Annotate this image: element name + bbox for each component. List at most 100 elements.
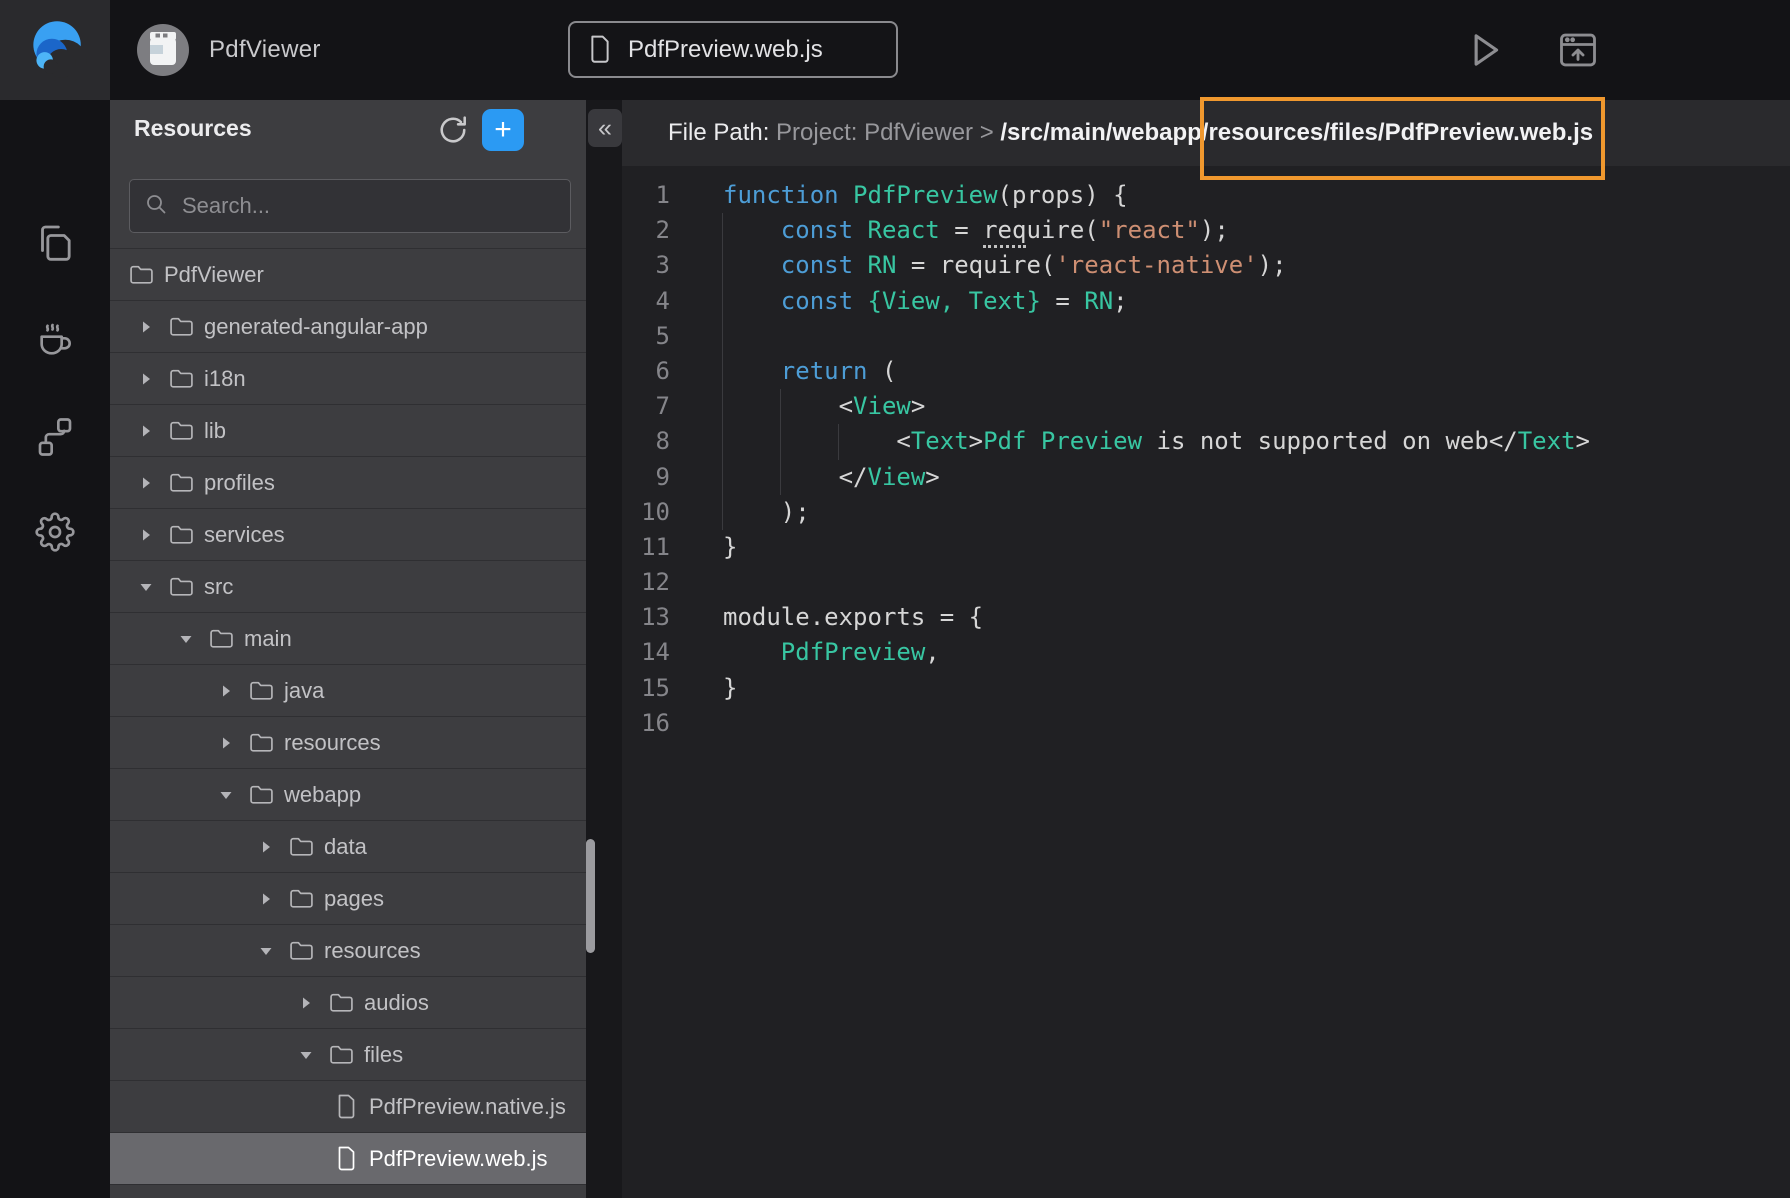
code-text: const {View, Text} = RN; <box>723 284 1128 319</box>
code-text: ); <box>723 495 810 530</box>
tree-item-pages[interactable]: pages <box>110 872 586 924</box>
path-highlight-wrap: resources/files/PdfPreview.web.js <box>1208 100 1593 166</box>
chevron-down-icon[interactable] <box>176 629 196 649</box>
rail-item-settings[interactable] <box>35 512 75 552</box>
tree-item-main[interactable]: main <box>110 612 586 664</box>
search-icon <box>144 192 180 221</box>
app-logo[interactable] <box>0 0 110 100</box>
line-number: 9 <box>622 460 670 495</box>
rail-item-pages[interactable] <box>35 223 75 263</box>
chevron-right-icon[interactable] <box>136 525 156 545</box>
open-file-tab[interactable]: PdfPreview.web.js <box>568 21 898 78</box>
code-line-2: 2 const React = require("react"); <box>622 213 1790 248</box>
tab-label: PdfPreview.web.js <box>628 36 823 64</box>
pages-icon <box>35 251 75 266</box>
code-text: </View> <box>723 460 940 495</box>
run-button[interactable] <box>1462 28 1506 72</box>
code-line-4: 4 const {View, Text} = RN; <box>622 284 1790 319</box>
folder-icon <box>169 316 194 337</box>
file-icon <box>336 1094 357 1119</box>
chevron-down-icon[interactable] <box>136 577 156 597</box>
code-line-7: 7 <View> <box>622 389 1790 424</box>
chevron-right-icon[interactable] <box>256 889 276 909</box>
tree-item-webapp[interactable]: webapp <box>110 768 586 820</box>
code-text: return ( <box>723 354 896 389</box>
code-text: <View> <box>723 389 925 424</box>
tree-item-profiles[interactable]: profiles <box>110 456 586 508</box>
line-number: 11 <box>622 530 670 565</box>
tree-item-lib[interactable]: lib <box>110 404 586 456</box>
code-text: function PdfPreview(props) { <box>723 178 1128 213</box>
code-text: const RN = require('react-native'); <box>723 248 1287 283</box>
panel-divider <box>586 100 622 1198</box>
tree-item-label: audios <box>364 990 429 1016</box>
tree-item-audios[interactable]: audios <box>110 976 586 1028</box>
code-editor[interactable]: File Path: Project: PdfViewer > /src/mai… <box>622 100 1790 1198</box>
line-number: 14 <box>622 635 670 670</box>
tree-scrollbar[interactable] <box>586 839 595 953</box>
chevron-right-icon[interactable] <box>216 733 236 753</box>
path-label: File Path: <box>668 119 776 146</box>
tree-item-PdfPreview.web.js[interactable]: PdfPreview.web.js <box>110 1132 586 1184</box>
line-number: 12 <box>622 565 670 600</box>
file-path-bar: File Path: Project: PdfViewer > /src/mai… <box>622 100 1790 166</box>
chevron-down-icon[interactable] <box>216 785 236 805</box>
rail-item-preview[interactable] <box>35 320 75 360</box>
chevron-right-icon[interactable] <box>136 473 156 493</box>
code-line-6: 6 return ( <box>622 354 1790 389</box>
collapse-panel-button[interactable]: « <box>588 109 622 147</box>
tree-item-label: data <box>324 834 367 860</box>
tree-item-label: PdfPreview.native.js <box>369 1094 566 1120</box>
line-number: 15 <box>622 671 670 706</box>
chevron-right-icon[interactable] <box>296 993 316 1013</box>
document-icon <box>588 35 612 65</box>
folder-icon <box>289 836 314 857</box>
code-text: module.exports = { <box>723 600 983 635</box>
chevron-right-icon[interactable] <box>216 681 236 701</box>
tree-item-resources[interactable]: resources <box>110 924 586 976</box>
tree-item-files[interactable]: files <box>110 1028 586 1080</box>
tree-item-label: files <box>364 1042 403 1068</box>
chevron-right-icon[interactable] <box>136 421 156 441</box>
chevron-right-icon[interactable] <box>136 369 156 389</box>
code-line-12: 12 <box>622 565 1790 600</box>
publish-button[interactable] <box>1556 28 1600 72</box>
project-title: PdfViewer <box>209 0 321 100</box>
line-number: 7 <box>622 389 670 424</box>
rail-item-flows[interactable] <box>35 417 75 457</box>
folder-icon <box>249 732 274 753</box>
tree-item-PdfViewer[interactable]: PdfViewer <box>110 248 586 300</box>
code-line-10: 10 ); <box>622 495 1790 530</box>
resources-panel: Resources + PdfViewergenerated-angular-a… <box>110 100 586 1198</box>
tree-item-label: java <box>284 678 324 704</box>
line-number: 13 <box>622 600 670 635</box>
chevron-down-icon[interactable] <box>296 1045 316 1065</box>
tree-item-generated-angular-app[interactable]: generated-angular-app <box>110 300 586 352</box>
tree-item-i18n[interactable]: i18n <box>110 352 586 404</box>
code-line-11: 11} <box>622 530 1790 565</box>
add-resource-button[interactable]: + <box>482 109 524 151</box>
top-bar: PdfViewer PdfPreview.web.js <box>0 0 1790 100</box>
tree-item-label: webapp <box>284 782 361 808</box>
chevron-right-icon[interactable] <box>136 317 156 337</box>
code-area[interactable]: 1function PdfPreview(props) {2 const Rea… <box>622 166 1790 741</box>
code-line-16: 16 <box>622 706 1790 741</box>
path-base: /src/main/webapp/ <box>1000 119 1208 146</box>
folder-icon <box>289 940 314 961</box>
chevron-down-icon[interactable] <box>256 941 276 961</box>
chevron-right-icon[interactable] <box>256 837 276 857</box>
tree-item-services[interactable]: services <box>110 508 586 560</box>
refresh-button[interactable] <box>435 112 471 148</box>
tree-item-data[interactable]: data <box>110 820 586 872</box>
tree-item-java[interactable]: java <box>110 664 586 716</box>
folder-icon <box>329 992 354 1013</box>
folder-icon <box>249 784 274 805</box>
code-text: } <box>723 530 737 565</box>
code-text: <Text>Pdf Preview is not supported on we… <box>723 424 1590 459</box>
tree-item-resources[interactable]: resources <box>110 716 586 768</box>
refresh-icon <box>435 136 471 151</box>
search-input[interactable] <box>180 192 556 220</box>
tree-item-src[interactable]: src <box>110 560 586 612</box>
tree-item-PdfPreview.native.js[interactable]: PdfPreview.native.js <box>110 1080 586 1132</box>
folder-icon <box>169 576 194 597</box>
